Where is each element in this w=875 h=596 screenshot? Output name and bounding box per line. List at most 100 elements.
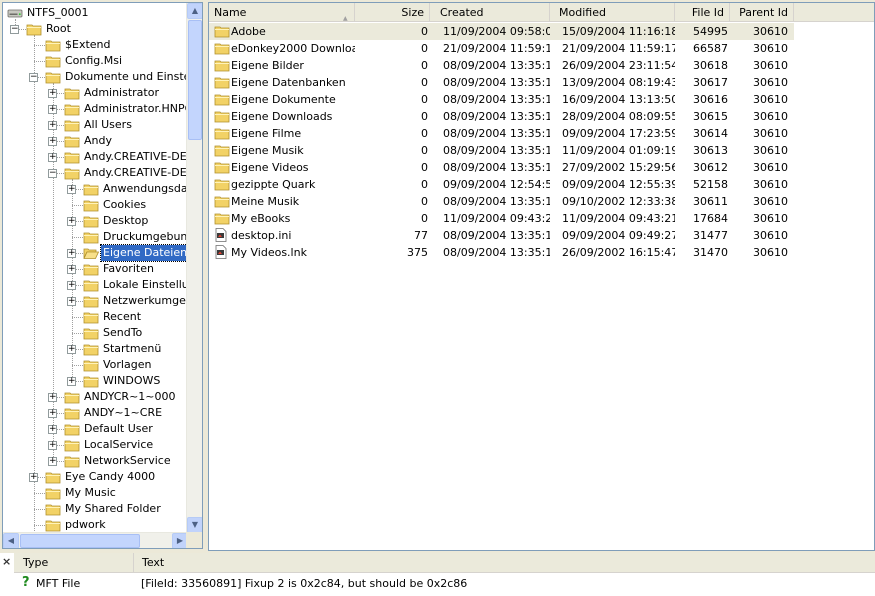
tree-node-andycr-000[interactable]: + ANDYCR~1~000	[3, 389, 188, 405]
column-header-modified[interactable]: Modified	[550, 3, 675, 22]
collapse-icon[interactable]: −	[48, 169, 57, 178]
file-modified-cell: 27/09/2002 15:29:56	[562, 161, 675, 174]
tree-node-recent[interactable]: Recent	[3, 309, 188, 325]
file-list-row[interactable]: My eBooks 0 11/09/2004 09:43:21 11/09/2004 …	[209, 210, 794, 227]
expand-icon[interactable]: +	[67, 265, 76, 274]
tree-node-favoriten[interactable]: + Favoriten	[3, 261, 188, 277]
expand-icon[interactable]: +	[67, 297, 76, 306]
file-list-pane[interactable]: Name ▲ Size Created Modified File Id Pare…	[208, 2, 875, 551]
tree-node-cookies[interactable]: Cookies	[3, 197, 188, 213]
expand-icon[interactable]: +	[48, 121, 57, 130]
file-created-cell: 08/09/2004 13:35:12	[443, 110, 550, 123]
expand-icon[interactable]: +	[48, 105, 57, 114]
tree-node-config-msi[interactable]: Config.Msi	[3, 53, 188, 69]
tree-node-anwendungsdaten[interactable]: + Anwendungsdate	[3, 181, 188, 197]
tree-node-eye-candy[interactable]: + Eye Candy 4000	[3, 469, 188, 485]
expand-icon[interactable]: +	[48, 137, 57, 146]
tree-node-eigene-dateien[interactable]: + Eigene Dateien	[3, 244, 188, 262]
column-header-name[interactable]: Name ▲	[209, 3, 355, 22]
file-list-row[interactable]: Eigene Videos 0 08/09/2004 13:35:12 27/09/2…	[209, 159, 794, 176]
log-column-header-text[interactable]: Text	[134, 553, 875, 573]
tree-node-label: My Shared Folder	[65, 502, 161, 515]
file-name-cell: Eigene Downloads	[231, 110, 333, 123]
tree-vertical-scrollbar[interactable]: ▲ ▼	[186, 3, 202, 533]
tree-node-vorlagen[interactable]: Vorlagen	[3, 357, 188, 373]
tree-node-root[interactable]: − Root	[3, 21, 188, 37]
column-header-size[interactable]: Size	[355, 3, 430, 22]
tree-node-my-music[interactable]: My Music	[3, 485, 188, 501]
file-list-row[interactable]: Eigene Dokumente 0 08/09/2004 13:35:12 16/0…	[209, 91, 794, 108]
tree-node-administrator[interactable]: + Administrator	[3, 85, 188, 101]
expand-icon[interactable]: +	[48, 409, 57, 418]
tree-node-all-users[interactable]: + All Users	[3, 117, 188, 133]
tree-node-druckumgebung[interactable]: Druckumgebung	[3, 229, 188, 245]
expand-icon[interactable]: +	[48, 457, 57, 466]
file-list-row[interactable]: Eigene Musik 0 08/09/2004 13:35:12 11/09/20…	[209, 142, 794, 159]
tree-vertical-scroll-thumb[interactable]	[188, 20, 202, 140]
file-file-id-cell: 31477	[693, 229, 728, 242]
tree-node-administrator-hnpc4[interactable]: + Administrator.HNPC4	[3, 101, 188, 117]
expand-icon[interactable]: +	[67, 249, 76, 258]
tree-node-label: NetworkService	[84, 454, 171, 467]
file-modified-cell: 09/09/2004 12:55:39	[562, 178, 675, 191]
collapse-icon[interactable]: −	[29, 73, 38, 82]
tree-node-andy[interactable]: + Andy	[3, 133, 188, 149]
tree-node-localservice[interactable]: + LocalService	[3, 437, 188, 453]
file-modified-cell: 09/09/2004 09:49:27	[562, 229, 675, 242]
scroll-down-button[interactable]: ▼	[187, 517, 202, 533]
tree-node-pdwork[interactable]: pdwork	[3, 517, 188, 533]
file-list-row[interactable]: Eigene Bilder 0 08/09/2004 13:35:12 26/09/2…	[209, 57, 794, 74]
tree-node-lokale-einstellungen[interactable]: + Lokale Einstellung	[3, 277, 188, 293]
tree-node-desktop[interactable]: + Desktop	[3, 213, 188, 229]
expand-icon[interactable]: +	[48, 441, 57, 450]
scroll-up-button[interactable]: ▲	[187, 3, 202, 19]
expand-icon[interactable]: +	[67, 345, 76, 354]
expand-icon[interactable]: +	[67, 185, 76, 194]
close-log-icon[interactable]: ×	[2, 556, 12, 567]
log-entry-row[interactable]: ? MFT File [FileId: 33560891] Fixup 2 is…	[14, 574, 875, 594]
log-column-header-type[interactable]: Type	[14, 553, 134, 573]
tree-node-netzwerkumgebung[interactable]: + Netzwerkumgebu	[3, 293, 188, 309]
tree-horizontal-scrollbar[interactable]: ◀ ▶	[3, 532, 188, 548]
file-list-row[interactable]: desktop.ini 77 08/09/2004 13:35:16 09/09/20…	[209, 227, 794, 244]
tree-node-extend[interactable]: $Extend	[3, 37, 188, 53]
column-header-created[interactable]: Created	[430, 3, 550, 22]
tree-horizontal-scroll-thumb[interactable]	[20, 534, 140, 548]
expand-icon[interactable]: +	[67, 217, 76, 226]
expand-icon[interactable]: +	[67, 377, 76, 386]
file-list-row[interactable]: My Videos.lnk 375 08/09/2004 13:35:16 26/09…	[209, 244, 794, 261]
tree-node-andy-1-cre[interactable]: + ANDY~1~CRE	[3, 405, 188, 421]
tree-node-label: Eigene Dateien	[99, 244, 188, 262]
scroll-left-button[interactable]: ◀	[3, 533, 19, 548]
tree-node-windows[interactable]: + WINDOWS	[3, 373, 188, 389]
file-list-row[interactable]: Meine Musik 0 08/09/2004 13:35:12 09/10/200…	[209, 193, 794, 210]
tree-node-ntfs-0001[interactable]: NTFS_0001	[3, 5, 188, 21]
tree-node-default-user[interactable]: + Default User	[3, 421, 188, 437]
file-file-id-cell: 30615	[693, 110, 728, 123]
tree-node-sendto[interactable]: SendTo	[3, 325, 188, 341]
tree-node-my-shared-folder[interactable]: My Shared Folder	[3, 501, 188, 517]
file-list-row[interactable]: gezippte Quark 0 09/09/2004 12:54:58 09/09/…	[209, 176, 794, 193]
file-list-row[interactable]: eDonkey2000 Downloads 0 21/09/2004 11:59:1…	[209, 40, 794, 57]
expand-icon[interactable]: +	[29, 473, 38, 482]
column-header-parent-id[interactable]: Parent Id	[730, 3, 794, 22]
folder-tree-pane[interactable]: NTFS_0001− Root $Extend Config.Msi − Dokument…	[2, 2, 203, 549]
file-list-row[interactable]: Eigene Filme 0 08/09/2004 13:35:12 09/09/20…	[209, 125, 794, 142]
file-list-row[interactable]: Eigene Datenbanken 0 08/09/2004 13:35:12 13…	[209, 74, 794, 91]
expand-icon[interactable]: +	[48, 153, 57, 162]
expand-icon[interactable]: +	[48, 89, 57, 98]
column-header-file-id[interactable]: File Id	[675, 3, 730, 22]
file-list-row[interactable]: Eigene Downloads 0 08/09/2004 13:35:12 28/0…	[209, 108, 794, 125]
tree-node-dokumente[interactable]: − Dokumente und Einstellun	[3, 69, 188, 85]
tree-node-andy-creative-2[interactable]: − Andy.CREATIVE-DES	[3, 165, 188, 181]
collapse-icon[interactable]: −	[10, 25, 19, 34]
file-icon	[214, 245, 228, 264]
expand-icon[interactable]: +	[48, 393, 57, 402]
tree-node-networkservice[interactable]: + NetworkService	[3, 453, 188, 469]
file-list-row[interactable]: Adobe 0 11/09/2004 09:58:04 15/09/2004 11:1…	[209, 23, 794, 40]
file-modified-cell: 11/09/2004 01:09:19	[562, 144, 675, 157]
expand-icon[interactable]: +	[48, 425, 57, 434]
tree-node-startmenue[interactable]: + Startmenü	[3, 341, 188, 357]
expand-icon[interactable]: +	[67, 281, 76, 290]
tree-node-andy-creative-1[interactable]: + Andy.CREATIVE-DES	[3, 149, 188, 165]
